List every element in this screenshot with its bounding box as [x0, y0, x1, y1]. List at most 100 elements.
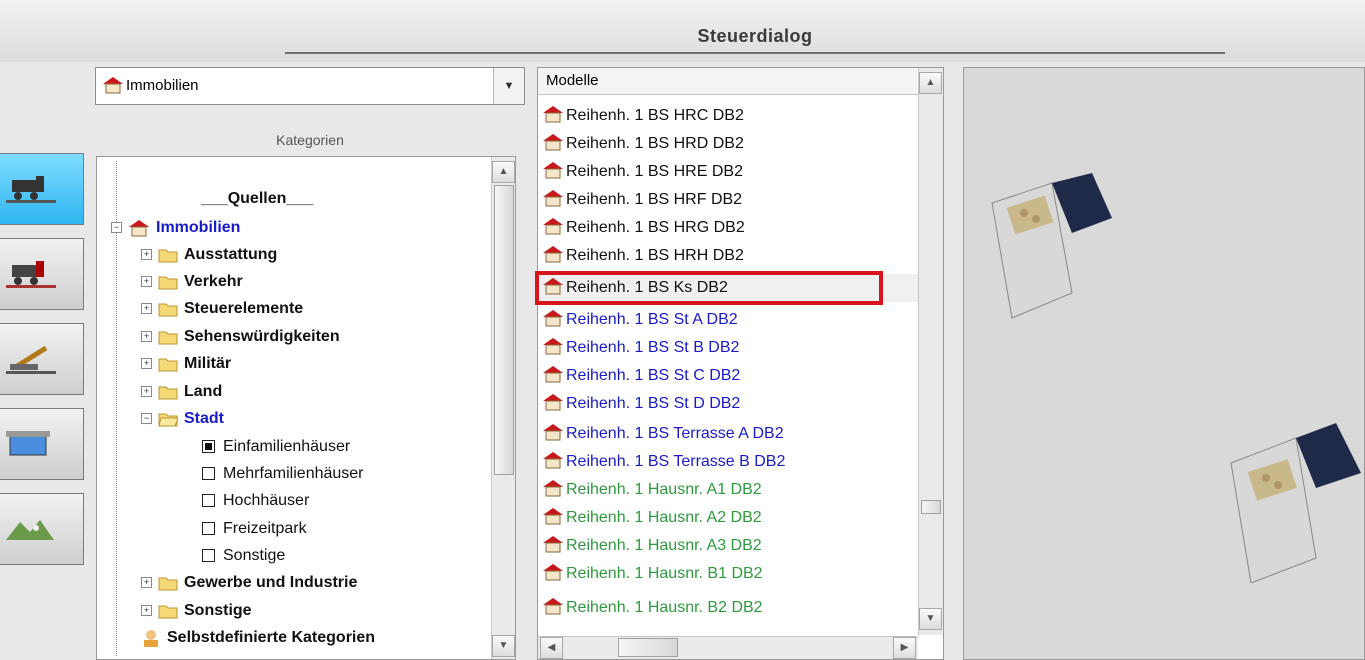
- model-row[interactable]: Reihenh. 1 BS Terrasse B DB2: [538, 448, 920, 476]
- scroll-right-icon[interactable]: ▶: [893, 637, 916, 659]
- tree-item-einfamilienhaeuser[interactable]: Einfamilienhäuser: [202, 433, 350, 460]
- models-hscrollbar[interactable]: ◀ ▶: [538, 636, 918, 659]
- checkbox[interactable]: [202, 549, 215, 563]
- tool-button-trains-active[interactable]: [0, 153, 84, 225]
- model-row[interactable]: Reihenh. 1 BS HRE DB2: [538, 158, 920, 186]
- tool-button-water[interactable]: [0, 408, 84, 480]
- model-row[interactable]: Reihenh. 1 BS HRG DB2: [538, 214, 920, 242]
- tree-item-sehenswuerdigkeiten[interactable]: + Sehenswürdigkeiten: [141, 323, 340, 350]
- tree-item-label: Sehenswürdigkeiten: [184, 328, 340, 345]
- model-label: Reihenh. 1 Hausnr. A1 DB2: [566, 481, 762, 498]
- scroll-thumb[interactable]: [921, 500, 941, 514]
- scroll-down-icon[interactable]: ▼: [492, 635, 515, 657]
- model-row[interactable]: Reihenh. 1 BS HRD DB2: [538, 130, 920, 158]
- house-icon: [543, 134, 563, 151]
- house-icon: [543, 480, 563, 497]
- model-label: Reihenh. 1 BS St B DB2: [566, 339, 740, 356]
- tool-button-rolling-stock[interactable]: [0, 238, 84, 310]
- model-row[interactable]: Reihenh. 1 Hausnr. B2 DB2: [538, 594, 920, 622]
- model-label: Reihenh. 1 Hausnr. B2 DB2: [566, 599, 763, 616]
- expand-icon[interactable]: +: [141, 577, 152, 589]
- model-row[interactable]: Reihenh. 1 Hausnr. A1 DB2: [538, 476, 920, 504]
- models-scrollbar[interactable]: ▲ ▼: [918, 68, 943, 635]
- expand-icon[interactable]: +: [141, 303, 152, 315]
- model-row[interactable]: Reihenh. 1 BS Terrasse A DB2: [538, 420, 920, 448]
- tree-item-steuerelemente[interactable]: + Steuerelemente: [141, 295, 303, 322]
- water-basin-icon: [6, 431, 50, 456]
- scroll-up-icon[interactable]: ▲: [919, 72, 942, 94]
- folder-icon: [158, 605, 178, 619]
- tool-button-crane[interactable]: [0, 323, 84, 395]
- folder-icon: [158, 303, 178, 317]
- tree-item-label: Sonstige: [184, 602, 252, 619]
- model-row[interactable]: Reihenh. 1 BS St A DB2: [538, 306, 920, 334]
- expand-icon[interactable]: +: [141, 386, 152, 398]
- folder-icon: [158, 276, 178, 290]
- collapse-icon[interactable]: −: [111, 222, 122, 234]
- tree-item-verkehr[interactable]: + Verkehr: [141, 268, 243, 295]
- scroll-left-icon[interactable]: ◀: [540, 637, 563, 659]
- model-row[interactable]: Reihenh. 1 BS HRC DB2: [538, 102, 920, 130]
- house-icon: [543, 338, 563, 355]
- category-dropdown[interactable]: Immobilien ▼: [95, 67, 525, 105]
- tool-button-landscape[interactable]: [0, 493, 84, 565]
- dropdown-arrow-icon[interactable]: ▼: [493, 68, 524, 104]
- collapse-icon[interactable]: −: [141, 413, 152, 425]
- expand-icon[interactable]: +: [141, 358, 152, 370]
- house-icon: [103, 77, 123, 94]
- category-tree[interactable]: ___Quellen___ − Immobilien + Ausstattung +…: [96, 156, 516, 660]
- model-row[interactable]: Reihenh. 1 Hausnr. B1 DB2: [538, 560, 920, 588]
- hscroll-thumb[interactable]: [618, 638, 678, 657]
- scroll-down-icon[interactable]: ▼: [919, 608, 942, 630]
- train-red-icon: [6, 261, 56, 288]
- checkbox-checked[interactable]: [202, 440, 215, 454]
- model-row[interactable]: Reihenh. 1 BS HRH DB2: [538, 242, 920, 270]
- tree-item-label: Hochhäuser: [223, 492, 310, 509]
- tree-item-sonstige-stadt[interactable]: Sonstige: [202, 542, 285, 569]
- checkbox[interactable]: [202, 522, 215, 536]
- tree-item-selbstdefiniert[interactable]: Selbstdefinierte Kategorien: [141, 624, 375, 651]
- checkbox[interactable]: [202, 494, 215, 508]
- model-row[interactable]: Reihenh. 1 BS St B DB2: [538, 334, 920, 362]
- tree-item-ausstattung[interactable]: + Ausstattung: [141, 241, 277, 268]
- house-icon: [543, 310, 563, 327]
- tree-item-label: Stadt: [184, 410, 224, 427]
- model-row[interactable]: Reihenh. 1 BS St D DB2: [538, 390, 920, 418]
- model-preview[interactable]: [963, 67, 1365, 660]
- tree-item-militaer[interactable]: + Militär: [141, 350, 231, 377]
- user-icon: [144, 629, 158, 647]
- model-row[interactable]: Reihenh. 1 BS St C DB2: [538, 362, 920, 390]
- model-row[interactable]: Reihenh. 1 Hausnr. A3 DB2: [538, 532, 920, 560]
- tree-item-quellen[interactable]: ___Quellen___: [201, 185, 313, 212]
- model-row[interactable]: Reihenh. 1 BS HRF DB2: [538, 186, 920, 214]
- model-label: Reihenh. 1 BS HRC DB2: [566, 107, 744, 124]
- tree-item-hochhaeuser[interactable]: Hochhäuser: [202, 487, 309, 514]
- tree-scrollbar[interactable]: ▲ ▼: [491, 157, 515, 659]
- tree-item-mehrfamilienhaeuser[interactable]: Mehrfamilienhäuser: [202, 460, 364, 487]
- models-list[interactable]: Modelle Reihenh. 1 BS HRC DB2 Reihenh. 1…: [537, 67, 944, 660]
- folder-icon: [158, 358, 178, 372]
- house-icon: [129, 219, 149, 237]
- tree-item-label: Mehrfamilienhäuser: [223, 465, 364, 482]
- model-label: Reihenh. 1 BS St C DB2: [566, 367, 741, 384]
- tree-item-land[interactable]: + Land: [141, 378, 222, 405]
- tree-item-stadt[interactable]: − Stadt: [141, 405, 224, 432]
- expand-icon[interactable]: +: [141, 331, 152, 343]
- folder-icon: [158, 331, 178, 345]
- expand-icon[interactable]: +: [141, 249, 152, 261]
- tree-item-sonstige[interactable]: + Sonstige: [141, 597, 252, 624]
- checkbox[interactable]: [202, 467, 215, 481]
- folder-icon: [158, 577, 178, 591]
- expand-icon[interactable]: +: [141, 605, 152, 617]
- tree-item-gewerbe[interactable]: + Gewerbe und Industrie: [141, 569, 357, 596]
- model-row[interactable]: Reihenh. 1 Hausnr. A2 DB2: [538, 504, 920, 532]
- window-title: Steuerdialog: [285, 20, 1225, 54]
- scroll-thumb[interactable]: [494, 185, 514, 475]
- tree-item-immobilien[interactable]: − Immobilien: [111, 214, 240, 241]
- scroll-up-icon[interactable]: ▲: [492, 161, 515, 183]
- tree-item-freizeitpark[interactable]: Freizeitpark: [202, 515, 307, 542]
- expand-icon[interactable]: +: [141, 276, 152, 288]
- crane-icon: [6, 345, 56, 374]
- model-label: Reihenh. 1 Hausnr. A2 DB2: [566, 509, 762, 526]
- model-label: Reihenh. 1 BS HRH DB2: [566, 247, 744, 264]
